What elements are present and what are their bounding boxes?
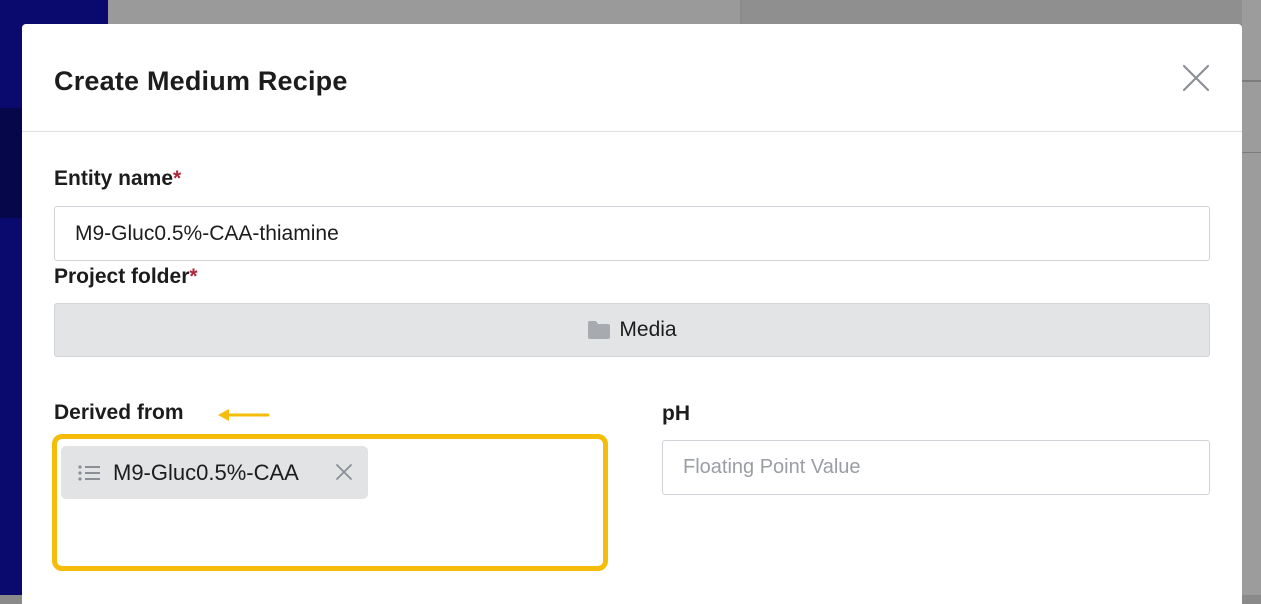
project-folder-button[interactable]: Media bbox=[54, 303, 1210, 357]
remove-chip-icon[interactable] bbox=[334, 462, 354, 482]
derived-from-chip[interactable]: M9-Gluc0.5%-CAA bbox=[61, 446, 368, 499]
list-icon bbox=[78, 464, 100, 481]
background-divider bbox=[1242, 152, 1261, 153]
background-divider bbox=[1242, 80, 1261, 82]
entity-name-value: M9-Gluc0.5%-CAA-thiamine bbox=[75, 221, 339, 245]
close-button[interactable] bbox=[1180, 62, 1212, 94]
project-folder-label: Project folder* bbox=[54, 265, 198, 289]
derived-from-label: Derived from bbox=[54, 401, 184, 424]
entity-name-input[interactable]: M9-Gluc0.5%-CAA-thiamine bbox=[54, 206, 1210, 261]
background-app-sidebar-shade bbox=[0, 108, 22, 218]
background-app-header-right bbox=[742, 0, 1261, 24]
entity-name-label-text: Entity name bbox=[54, 167, 174, 190]
derived-from-chip-label: M9-Gluc0.5%-CAA bbox=[113, 459, 299, 485]
ph-placeholder: Floating Point Value bbox=[683, 456, 861, 478]
entity-name-label: Entity name* bbox=[54, 167, 181, 191]
ph-label: pH bbox=[662, 402, 690, 425]
ph-input[interactable]: Floating Point Value bbox=[662, 440, 1210, 495]
annotation-arrow-icon bbox=[218, 409, 270, 421]
folder-icon bbox=[588, 321, 611, 339]
background-app-header bbox=[108, 0, 740, 24]
derived-from-input[interactable]: M9-Gluc0.5%-CAA bbox=[52, 434, 608, 571]
dialog-header: Create Medium Recipe bbox=[22, 24, 1242, 132]
required-marker: * bbox=[189, 265, 198, 288]
required-marker: * bbox=[173, 167, 182, 190]
project-folder-value: Media bbox=[619, 318, 677, 341]
project-folder-label-text: Project folder bbox=[54, 265, 190, 288]
dialog-title: Create Medium Recipe bbox=[54, 66, 348, 96]
background-app-right-edge bbox=[1242, 0, 1261, 595]
create-medium-recipe-dialog: Create Medium Recipe Entity name* M9-Glu… bbox=[22, 24, 1242, 604]
close-icon bbox=[1182, 64, 1210, 92]
